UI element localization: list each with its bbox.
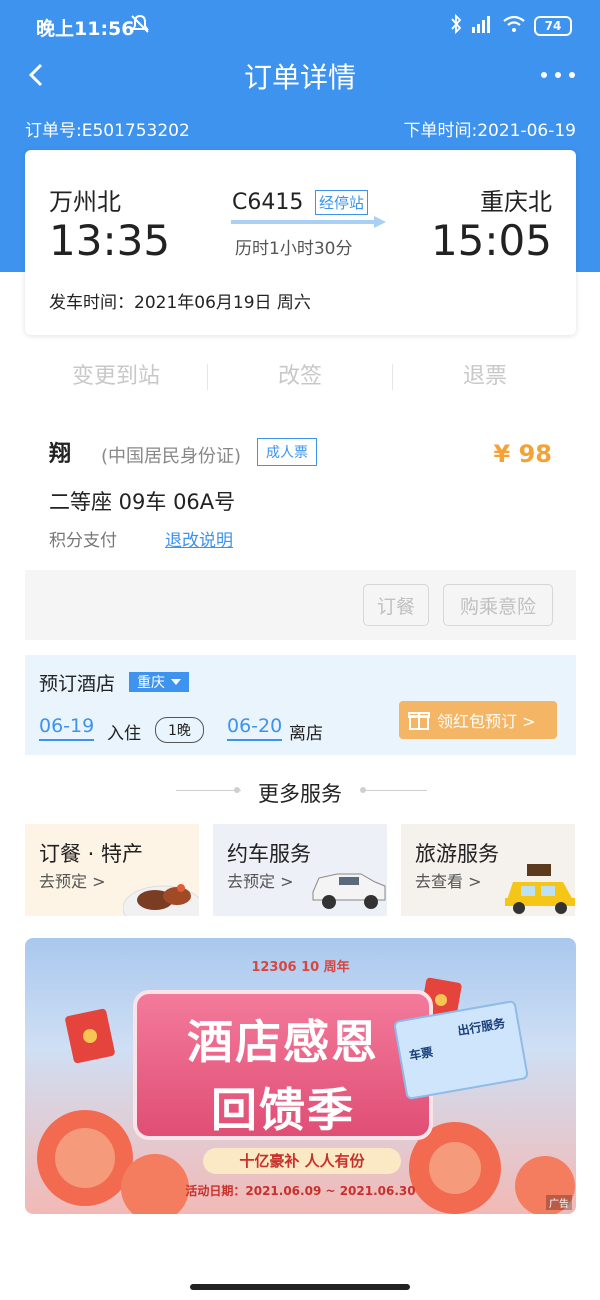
order-time: 下单时间:2021-06-19 [403,121,576,141]
hotel-booking: 预订酒店 重庆 06-19 入住 1晚 06-20 离店 领红包预订 > [25,655,576,755]
refund-button[interactable]: 退票 [394,358,576,390]
payment-method: 积分支付 [49,531,117,551]
page-title: 订单详情 [243,61,356,94]
gift-icon [408,712,430,730]
train-number: C6415 [232,190,304,215]
banner-dates: 活动日期：2021.06.09 ~ 2021.06.30 [185,1184,416,1198]
status-icons: 74 [450,13,572,38]
more-services-title: 更多服务 [258,782,342,806]
refund-rules-link[interactable]: 退改说明 [165,526,233,551]
service-subtitle: 去查看 > [415,872,482,891]
bluetooth-icon [450,13,462,38]
trip-duration: 历时1小时30分 [235,239,353,259]
service-title: 订餐 · 特产 [39,842,144,866]
battery-icon: 74 [534,16,572,36]
checkin-date[interactable]: 06-19 [39,715,95,741]
promo-banner[interactable]: 12306 10 周年 酒店感恩 回馈季 车票 出行服务 十亿豪补 人人有份 活… [25,938,576,1214]
divider [207,364,208,390]
banner-slogan: 十亿豪补 人人有份 [203,1148,401,1174]
banner-anniversary: 12306 10 周年 [251,960,350,975]
coupon-booking-button[interactable]: 领红包预订 > [399,701,557,739]
home-indicator[interactable] [190,1284,410,1290]
ticket-actions: 变更到站 改签 退票 [25,340,576,412]
service-title: 旅游服务 [415,842,499,866]
trip-card: 万州北 13:35 C6415 经停站 历时1小时30分 重庆北 15:05 发… [25,150,576,335]
ticket-right-label: 出行服务 [456,1016,507,1039]
ad-label: 广告 [546,1195,572,1210]
passenger-buttons: 订餐 购乘意险 [25,570,576,640]
taxi-icon [505,864,575,914]
nights-badge: 1晚 [155,717,204,743]
depart-date: 发车时间：2021年06月19日 周六 [49,293,311,313]
status-time: 晚上11:56 [36,18,135,40]
hotel-title: 预订酒店 [39,673,116,695]
to-station: 重庆北 [480,188,552,216]
car-icon [312,873,386,909]
checkout-date[interactable]: 06-20 [227,715,283,741]
city-selector[interactable]: 重庆 [129,672,189,692]
checkin-label: 入住 [107,724,141,744]
direction-arrow-icon [231,216,386,228]
divider [362,790,427,791]
red-envelope-icon [65,1008,115,1064]
bell-off-icon [130,14,150,38]
title-bar: 订单详情 [0,52,600,102]
more-options-icon[interactable] [538,60,578,90]
seat-info: 二等座 09车 06A号 [49,490,236,514]
service-meal[interactable]: 订餐 · 特产 去预定 > [25,824,199,916]
wifi-icon [502,15,526,37]
depart-time: 13:35 [49,216,171,265]
ticket-price: ¥ 98 [493,440,552,468]
service-title: 约车服务 [227,842,311,866]
id-type: (中国居民身份证) [101,446,242,467]
food-plate-icon [123,884,199,916]
passenger-card: 翔 (中国居民身份证) 成人票 ¥ 98 二等座 09车 06A号 积分支付 退… [25,418,576,640]
banner-line1: 酒店感恩 [187,1015,379,1069]
checkout-label: 离店 [289,724,323,744]
signal-icon [470,15,494,37]
ticket-type-badge: 成人票 [257,438,317,466]
order-meal-button[interactable]: 订餐 [363,584,429,626]
ticket-left-label: 车票 [408,1045,435,1063]
service-subtitle: 去预定 > [39,872,106,891]
banner-headline-panel: 酒店感恩 回馈季 [133,990,433,1140]
banner-line2: 回馈季 [211,1083,355,1137]
coupon-button-label: 领红包预订 > [437,712,536,731]
from-station: 万州北 [49,188,121,216]
order-number: 订单号:E501753202 [25,121,190,141]
city-label: 重庆 [137,675,165,691]
buy-insurance-button[interactable]: 购乘意险 [443,584,553,626]
service-car[interactable]: 约车服务 去预定 > [213,824,387,916]
arrive-time: 15:05 [430,216,552,265]
service-subtitle: 去预定 > [227,872,294,891]
dropdown-icon [171,679,181,685]
divider [392,364,393,390]
stops-link[interactable]: 经停站 [315,190,369,215]
service-travel[interactable]: 旅游服务 去查看 > [401,824,575,916]
change-station-button[interactable]: 变更到站 [25,358,207,390]
passenger-name: 翔 [49,442,72,467]
status-bar: 晚上11:56 74 [0,0,600,52]
reschedule-button[interactable]: 改签 [209,358,391,390]
